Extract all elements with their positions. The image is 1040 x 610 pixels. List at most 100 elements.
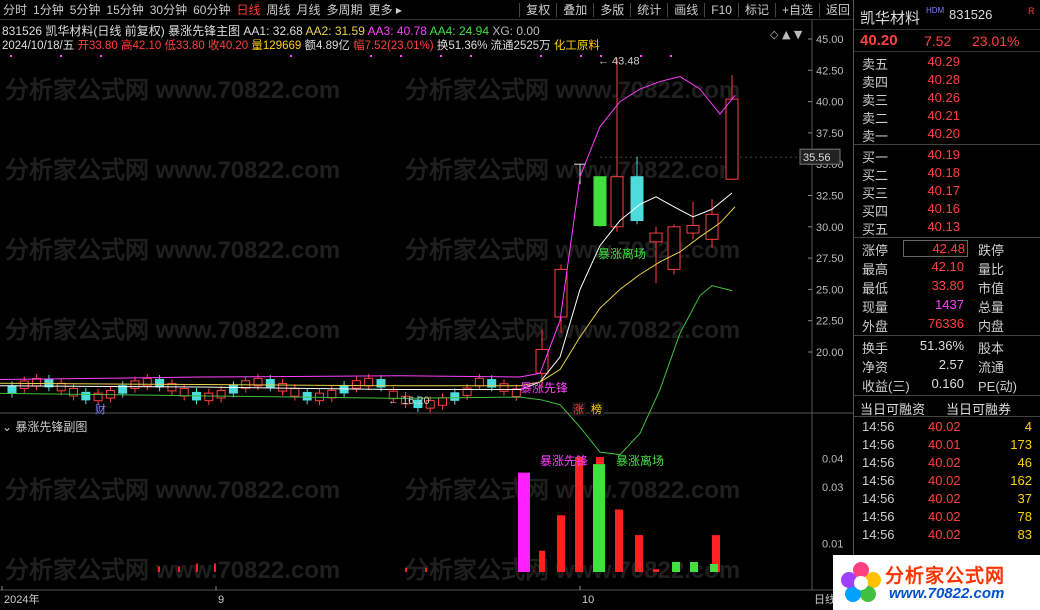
book-price: 40.21 (927, 108, 960, 123)
sub-y-tick-label: 0.03 (822, 482, 843, 494)
x-tick-label: 10 (582, 594, 594, 606)
tick-row: 14:56 40.02 162 (854, 473, 1040, 491)
period-tab[interactable]: 30分钟 (147, 0, 190, 20)
hist-candle-body (179, 388, 189, 397)
stat-value: 0.160 (931, 376, 964, 391)
stock-code: 831526 (949, 7, 993, 22)
sub-bar (615, 509, 623, 572)
toolbar-button[interactable]: 统计 (634, 0, 664, 20)
stat-value: 51.36% (919, 338, 964, 353)
stat-value: 33.80 (931, 278, 964, 293)
hist-candle-body (474, 377, 484, 387)
ask-row[interactable]: 卖三 40.26 (854, 90, 1040, 108)
toolbar-button[interactable]: 叠加 (560, 0, 590, 20)
bid-row[interactable]: 买四 40.16 (854, 201, 1040, 219)
hist-candle-body (438, 397, 447, 406)
bid-row[interactable]: 买三 40.17 (854, 183, 1040, 201)
tick-time: 14:56 (862, 527, 895, 542)
y-tick-label: 30.00 (816, 222, 844, 234)
sub-bar (635, 535, 643, 572)
aa4-line (0, 285, 733, 456)
low-value: 低33.80 (164, 40, 205, 52)
aa1-value: AA1: 32.68 (243, 24, 303, 38)
stat-value: 42.10 (931, 259, 964, 274)
stat-value: 42.48 (903, 240, 968, 257)
aa3-line (0, 76, 736, 381)
ask-row[interactable]: 卖一 40.20 (854, 126, 1040, 144)
y-tick-label: 27.50 (816, 253, 844, 265)
aa2-line (0, 206, 736, 387)
y-tick-label: 25.00 (816, 284, 844, 296)
period-tab[interactable]: 60分钟 (190, 0, 233, 20)
price-change: 7.52 (924, 33, 952, 49)
close-value: 收40.20 (207, 40, 249, 52)
tick-volume: 162 (1010, 473, 1032, 488)
toolbar-button[interactable]: +自选 (779, 0, 816, 20)
tick-price: 40.01 (928, 437, 961, 452)
quote-header: 凯华材料 HDM 831526 R (854, 0, 1040, 30)
sub-bar (178, 566, 180, 572)
toolbar-button[interactable]: 返回 (823, 0, 853, 20)
period-tab[interactable]: 多周期 (324, 0, 366, 20)
hist-candle-body (56, 382, 66, 392)
period-tab[interactable]: 分时 (0, 0, 30, 20)
sub-bar (710, 564, 718, 572)
book-price: 40.20 (927, 126, 960, 141)
sub-bar (575, 464, 583, 572)
ask-row[interactable]: 卖二 40.21 (854, 108, 1040, 126)
period-tab[interactable]: 日线 (233, 0, 263, 20)
tick-volume: 173 (1010, 437, 1032, 452)
chevron-down-icon[interactable]: ⌄ (2, 420, 12, 434)
toolbar-button[interactable]: 标记 (742, 0, 772, 20)
float-value: 流通2525万 (490, 40, 551, 52)
tick-list[interactable]: 14:56 40.02 4 14:56 40.01 173 14:56 40.02 46 14:5… (854, 417, 1040, 545)
stat-row: 收益(三) 0.160 PE(动) (854, 376, 1040, 395)
ask-book: 卖五 40.29 卖四 40.28 卖三 40.26 卖二 40.21 卖一 40.20 (854, 52, 1040, 145)
ask-row[interactable]: 卖四 40.28 (854, 72, 1040, 90)
toolbar-button[interactable]: 复权 (523, 0, 553, 20)
ask-row[interactable]: 卖五 40.29 (854, 54, 1040, 72)
candle-body (649, 232, 663, 243)
tick-price: 40.02 (928, 473, 961, 488)
toolbar-button[interactable]: 多版 (597, 0, 627, 20)
stat-label: 换手 (862, 341, 889, 356)
stat-label: 外盘 (862, 319, 889, 334)
stock-name: 凯华材料 (860, 10, 921, 27)
stat-label: 净资 (862, 360, 889, 375)
period-tab[interactable]: 15分钟 (103, 0, 146, 20)
period-tab[interactable]: 更多 ▸ (366, 0, 405, 20)
hist-candle-body (450, 392, 460, 401)
kline-chart[interactable]: 45.0042.5040.0037.5035.0032.5030.0027.50… (0, 20, 853, 610)
stock-title: 831526 凯华材料(日线 前复权) (2, 24, 165, 38)
bid-row[interactable]: 买二 40.18 (854, 165, 1040, 183)
period-tab[interactable]: 月线 (294, 0, 324, 20)
indicator-name[interactable]: 暴涨先锋主图 (168, 24, 240, 38)
period-tab[interactable]: 1分钟 (30, 0, 67, 20)
tick-volume: 37 (1017, 491, 1032, 506)
y-tick-label: 42.50 (816, 65, 844, 77)
period-tab[interactable]: 周线 (263, 0, 293, 20)
period-tab[interactable]: 5分钟 (67, 0, 104, 20)
toolbar-button[interactable]: F10 (708, 0, 735, 20)
toolbar-button[interactable]: 画线 (671, 0, 701, 20)
hist-candle-body (499, 383, 509, 392)
sub-bar (196, 563, 198, 572)
stat-row: 现量 1437 总量 (854, 297, 1040, 316)
candle-body (667, 226, 681, 270)
sub-y-tick-label: 0.04 (822, 453, 843, 465)
stat-label: 收益(三) (862, 379, 910, 394)
hist-candle-body (327, 389, 337, 399)
book-label: 买二 (862, 168, 889, 183)
sector-value[interactable]: 化工原料 (554, 40, 600, 52)
signal-dot (370, 55, 372, 57)
candle-body (554, 268, 568, 318)
bid-row[interactable]: 买一 40.19 (854, 147, 1040, 165)
bid-row[interactable]: 买五 40.13 (854, 219, 1040, 237)
tick-time: 14:56 (862, 419, 895, 434)
limit-up-badge: 涨 (573, 403, 584, 416)
book-label: 买三 (862, 186, 889, 201)
sub-chart-title[interactable]: ⌄ 暴涨先锋副图 (2, 418, 87, 435)
sub-bar (539, 550, 545, 572)
x-tick-label: 2024年 (4, 592, 39, 606)
signal-dot (400, 55, 402, 57)
